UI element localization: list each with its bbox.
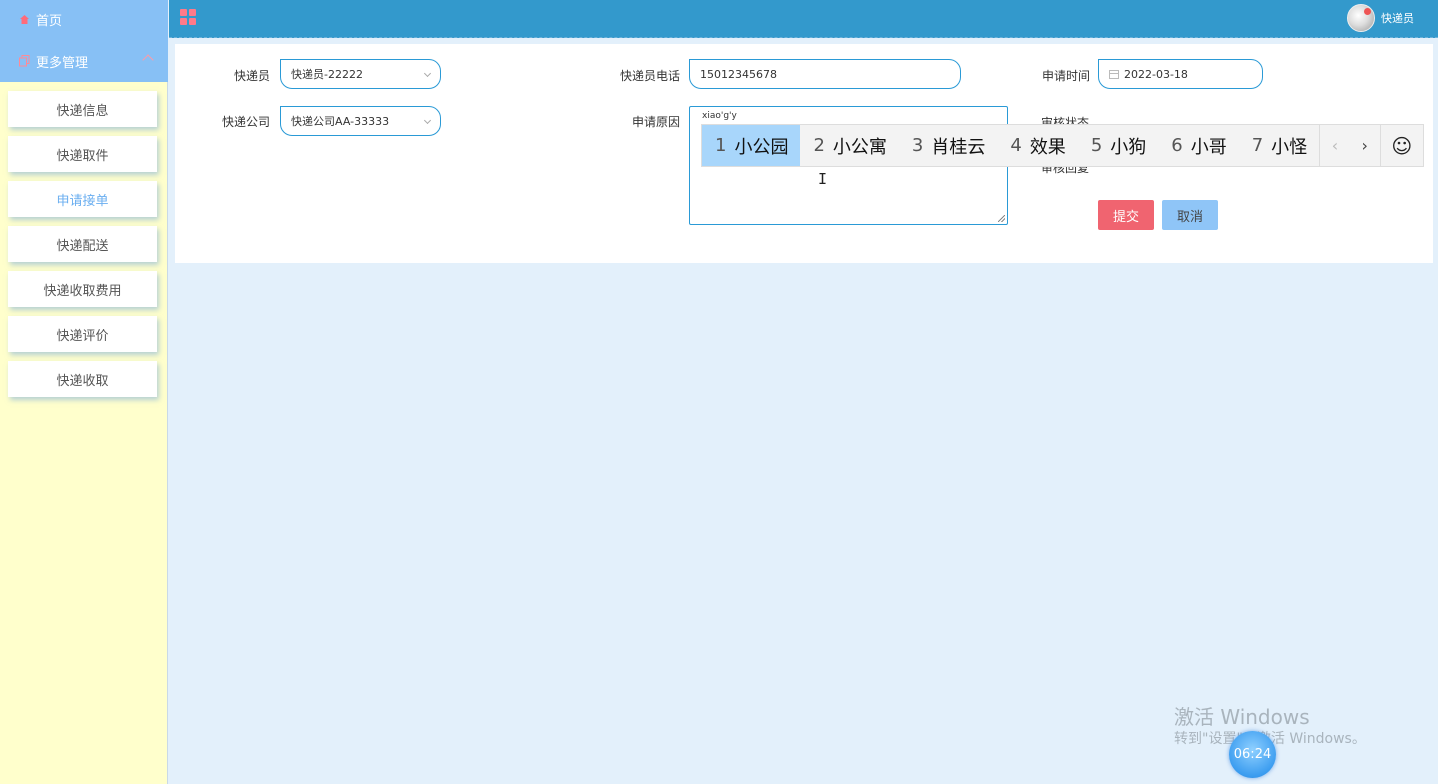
ime-candidate-text: 小怪 — [1271, 136, 1308, 158]
ime-candidate[interactable]: 7 小怪 — [1239, 125, 1319, 166]
copy-icon — [18, 55, 30, 67]
phone-label: 快递员电话 — [619, 69, 680, 83]
reason-value: xiao'g'y — [702, 111, 737, 121]
menu-item-express-delivery[interactable]: 快递配送 — [8, 226, 157, 262]
menu-item-label: 快递评价 — [56, 328, 109, 344]
company-value: 快递公司AA-33333 — [291, 115, 390, 128]
ime-candidate[interactable]: 3 肖桂云 — [899, 125, 997, 166]
ime-candidate-text: 小哥 — [1190, 136, 1227, 158]
ime-next-page-icon[interactable]: › — [1350, 125, 1380, 166]
ime-candidate-text: 小公园 — [734, 136, 789, 158]
submit-button[interactable]: 提交 — [1098, 200, 1154, 230]
ime-candidate[interactable]: 5 小狗 — [1078, 125, 1158, 166]
menu-item-express-info[interactable]: 快递信息 — [8, 91, 157, 127]
chevron-up-icon — [142, 54, 154, 66]
avatar — [1347, 4, 1375, 32]
grid-menu-icon[interactable] — [180, 9, 196, 25]
apply-time-label: 申请时间 — [1041, 69, 1090, 83]
apply-time-value: 2022-03-18 — [1124, 67, 1188, 81]
ime-candidate-text: 小狗 — [1110, 136, 1147, 158]
courier-select[interactable]: 快递员-22222 — [280, 59, 441, 89]
activate-windows-title: 激活 Windows — [1174, 705, 1310, 729]
home-icon — [18, 13, 30, 25]
reason-label: 申请原因 — [631, 115, 680, 129]
ime-candidate-num: 1 — [715, 135, 727, 156]
menu-item-label: 申请接单 — [56, 193, 109, 209]
text-cursor-icon: I — [818, 170, 828, 188]
ime-candidate-num: 6 — [1171, 135, 1183, 156]
courier-value: 快递员-22222 — [291, 68, 363, 81]
menu-item-label: 快递信息 — [56, 103, 109, 119]
sidebar-more-label: 更多管理 — [36, 55, 89, 71]
menu-item-express-review[interactable]: 快递评价 — [8, 316, 157, 352]
ime-candidate-num: 2 — [813, 135, 825, 156]
cancel-button[interactable]: 取消 — [1162, 200, 1218, 230]
ime-candidate-bar: 1 小公园 2 小公寓 3 肖桂云 4 效果 5 小狗 6 小哥 7 小怪 ‹ › ☺ — [701, 124, 1424, 167]
emoji-icon[interactable]: ☺ — [1379, 125, 1423, 166]
chevron-down-icon — [423, 69, 432, 78]
user-name: 快递员 — [1381, 12, 1414, 25]
ime-candidate[interactable]: 1 小公园 — [702, 125, 801, 166]
menu-item-express-fees[interactable]: 快递收取费用 — [8, 271, 157, 307]
apply-time-picker[interactable]: 2022-03-18 — [1098, 59, 1263, 89]
sidebar: 首页 更多管理 快递信息 快递取件 申请接单 快递配送 快递收取费用 快递评价 … — [0, 0, 168, 784]
phone-input[interactable]: 15012345678 — [689, 59, 961, 89]
menu-item-label: 快递收取费用 — [43, 283, 122, 299]
sidebar-more-management[interactable]: 更多管理 — [0, 42, 168, 80]
company-select[interactable]: 快递公司AA-33333 — [280, 106, 441, 136]
sidebar-home-label: 首页 — [36, 13, 63, 29]
menu-item-label: 快递收取 — [56, 373, 109, 389]
menu-item-apply-order[interactable]: 申请接单 — [8, 181, 157, 217]
calendar-icon — [1109, 69, 1119, 79]
ime-candidate-text: 肖桂云 — [931, 136, 986, 158]
user-menu[interactable]: 快递员 — [1347, 4, 1414, 32]
clock-widget[interactable]: 06:24 — [1229, 731, 1276, 778]
ime-candidate-text: 小公寓 — [832, 136, 887, 158]
menu-item-label: 快递配送 — [56, 238, 109, 254]
ime-candidate[interactable]: 4 效果 — [997, 125, 1077, 166]
menu-item-express-receive[interactable]: 快递收取 — [8, 361, 157, 397]
top-header: 快递员 — [169, 0, 1438, 38]
menu-item-label: 快递取件 — [56, 148, 109, 164]
ime-candidate-num: 7 — [1251, 135, 1264, 156]
chevron-down-icon — [423, 116, 432, 125]
resize-handle[interactable] — [998, 215, 1005, 222]
sidebar-home[interactable]: 首页 — [0, 0, 168, 38]
courier-label: 快递员 — [233, 69, 270, 83]
ime-candidate-num: 4 — [1010, 135, 1022, 156]
phone-value: 15012345678 — [700, 67, 777, 81]
ime-candidate-num: 5 — [1090, 135, 1103, 156]
ime-candidate[interactable]: 6 小哥 — [1158, 125, 1238, 166]
menu-item-express-pickup[interactable]: 快递取件 — [8, 136, 157, 172]
ime-candidate-num: 3 — [911, 135, 924, 156]
ime-candidate[interactable]: 2 小公寓 — [800, 125, 898, 166]
ime-candidate-text: 效果 — [1029, 136, 1066, 158]
company-label: 快递公司 — [221, 115, 270, 129]
ime-prev-page-icon[interactable]: ‹ — [1320, 125, 1350, 166]
